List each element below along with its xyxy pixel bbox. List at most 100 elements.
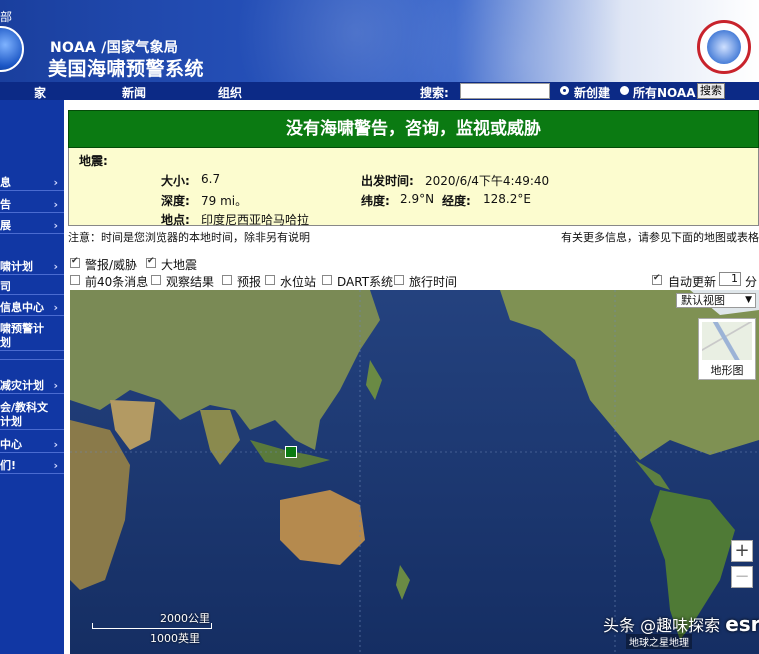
sidebar-item[interactable]: 划 bbox=[0, 336, 64, 351]
radio-all-noaa[interactable] bbox=[620, 86, 629, 95]
sidebar-item[interactable]: 息 › bbox=[0, 176, 64, 191]
nav-news[interactable]: 新闻 bbox=[122, 84, 146, 101]
sidebar-item[interactable]: 信息中心 › bbox=[0, 301, 64, 316]
zoom-in-button[interactable]: + bbox=[731, 540, 753, 562]
search-button[interactable]: 搜索 bbox=[697, 83, 725, 99]
radio-all-noaa-label: 所有NOAA bbox=[633, 86, 696, 100]
checkbox-large-earthquakes[interactable] bbox=[146, 256, 156, 268]
sidebar-item[interactable]: 计划 bbox=[0, 415, 64, 430]
chevron-right-icon: › bbox=[53, 198, 58, 211]
checkbox-observations-label: 观察结果 bbox=[166, 275, 215, 289]
origin-time-value: 2020/6/4下午4:49:40 bbox=[425, 174, 550, 188]
header-system-title: 美国海啸预警系统 bbox=[48, 58, 205, 80]
site-header: 部 NOAA /国家气象局 美国海啸预警系统 bbox=[0, 0, 759, 82]
checkbox-last-40-messages-label: 前40条消息 bbox=[85, 275, 149, 289]
watermark-label: 头条 @趣味探索 bbox=[603, 616, 721, 635]
checkbox-dart-system[interactable] bbox=[322, 275, 332, 285]
nws-logo-icon[interactable] bbox=[697, 20, 751, 74]
location-label: 地点: bbox=[161, 213, 190, 227]
watermark-text: 头条 @趣味探索 esri bbox=[603, 612, 759, 636]
caret-down-icon: ▼ bbox=[745, 295, 752, 305]
sidebar-item-label: 们! bbox=[0, 459, 17, 472]
sidebar-item-label: 展 bbox=[0, 219, 11, 232]
top-nav: 家 新闻 组织 搜索: 新创建 所有NOAA 搜索 bbox=[0, 82, 759, 100]
location-value: 印度尼西亚哈马哈拉 bbox=[201, 213, 310, 227]
sidebar-item[interactable]: 会/教科文 bbox=[0, 401, 64, 415]
sidebar-item[interactable]: 司 bbox=[0, 280, 64, 295]
checkbox-dart-system-label: DART系统 bbox=[337, 275, 394, 289]
sidebar-item[interactable]: 展 › bbox=[0, 219, 64, 234]
sidebar-item-label: 信息中心 bbox=[0, 301, 44, 314]
magnitude-value: 6.7 bbox=[201, 172, 221, 186]
depth-label: 深度: bbox=[161, 194, 190, 208]
noaa-logo-icon[interactable] bbox=[0, 26, 24, 72]
sidebar-item-label: 啸预警计 bbox=[0, 322, 44, 335]
tsunami-map[interactable]: 默认视图 ▼ 地形图 + − 2000公里 1000英里 地球之星地理 头条 @… bbox=[70, 290, 759, 654]
origin-time-label: 出发时间: bbox=[361, 174, 414, 188]
sidebar-item-label: 告 bbox=[0, 198, 11, 211]
map-attribution: 地球之星地理 bbox=[626, 634, 692, 649]
alert-status-banner: 没有海啸警告，咨询，监视或威胁 bbox=[68, 110, 759, 148]
latitude-label: 纬度: bbox=[361, 194, 390, 208]
page-root: 部 NOAA /国家气象局 美国海啸预警系统 家 新闻 组织 搜索: 新创建 所… bbox=[0, 0, 759, 654]
checkbox-last-40-messages[interactable] bbox=[70, 275, 80, 285]
sidebar-item[interactable] bbox=[0, 359, 64, 360]
sidebar-item[interactable]: 中心 › bbox=[0, 438, 64, 453]
chevron-right-icon: › bbox=[53, 219, 58, 232]
sidebar-item-label: 司 bbox=[0, 280, 11, 293]
search-label: 搜索: bbox=[420, 86, 449, 100]
nav-organization[interactable]: 组织 bbox=[218, 84, 242, 101]
checkbox-warnings-label: 警报/威胁 bbox=[85, 258, 138, 272]
zoom-out-button[interactable]: − bbox=[731, 566, 753, 588]
auto-update-unit: 分 bbox=[745, 275, 758, 289]
nav-home[interactable]: 家 bbox=[34, 84, 46, 101]
checkbox-forecast-label: 预报 bbox=[237, 275, 262, 289]
sidebar-item[interactable]: 们! › bbox=[0, 459, 64, 474]
sidebar-item-label: 会/教科文 bbox=[0, 401, 49, 414]
map-view-select-value: 默认视图 bbox=[681, 294, 725, 307]
auto-update-label: 自动更新 bbox=[668, 275, 717, 289]
more-info-note: 有关更多信息，请参见下面的地图或表格 bbox=[561, 231, 759, 244]
chevron-right-icon: › bbox=[53, 301, 58, 314]
basemap-terrain-button[interactable]: 地形图 bbox=[698, 318, 756, 380]
chevron-right-icon: › bbox=[53, 176, 58, 189]
sidebar-item[interactable]: 啸预警计 bbox=[0, 322, 64, 336]
magnitude-label: 大小: bbox=[161, 174, 190, 188]
earthquake-marker-icon[interactable] bbox=[285, 446, 297, 458]
chevron-right-icon: › bbox=[53, 438, 58, 451]
map-view-select[interactable]: 默认视图 ▼ bbox=[676, 293, 756, 308]
sidebar-item-label: 啸计划 bbox=[0, 260, 33, 273]
sidebar-item-label: 中心 bbox=[0, 438, 22, 451]
checkbox-travel-time[interactable] bbox=[394, 275, 404, 285]
basemap-terrain-label: 地形图 bbox=[710, 364, 744, 377]
nws-logo-globe bbox=[707, 30, 741, 64]
checkbox-observations[interactable] bbox=[151, 275, 161, 285]
checkbox-warnings[interactable] bbox=[70, 256, 80, 268]
esri-brand-text: esri bbox=[725, 612, 759, 636]
longitude-label: 经度: bbox=[442, 194, 471, 208]
checkbox-water-level-stations[interactable] bbox=[265, 275, 275, 285]
earthquake-heading: 地震: bbox=[79, 154, 108, 168]
timezone-note: 注意：时间是您浏览器的本地时间，除非另有说明 bbox=[68, 231, 310, 244]
chevron-right-icon: › bbox=[53, 260, 58, 273]
checkbox-large-earthquakes-label: 大地震 bbox=[161, 258, 198, 272]
scale-bar bbox=[92, 623, 212, 629]
scale-miles-label: 1000英里 bbox=[150, 632, 200, 645]
checkbox-forecast[interactable] bbox=[222, 275, 232, 285]
sidebar-item[interactable]: 减灾计划 › bbox=[0, 379, 64, 394]
search-input[interactable] bbox=[460, 83, 550, 99]
checkbox-travel-time-label: 旅行时间 bbox=[409, 275, 458, 289]
header-background bbox=[230, 0, 650, 82]
main-content: 没有海啸警告，咨询，监视或威胁 地震: 大小: 6.7 深度: 79 mi。 地… bbox=[67, 100, 759, 654]
auto-update-interval-input[interactable]: 1 bbox=[719, 272, 741, 286]
radio-new-site[interactable] bbox=[560, 86, 569, 95]
sidebar-item-label: 减灾计划 bbox=[0, 379, 44, 392]
checkbox-auto-update[interactable] bbox=[652, 273, 662, 285]
latitude-value: 2.9°N bbox=[400, 192, 435, 206]
chevron-right-icon: › bbox=[53, 459, 58, 472]
terrain-thumbnail bbox=[702, 322, 752, 360]
sidebar-item[interactable]: 告 › bbox=[0, 198, 64, 213]
sidebar-item[interactable]: 啸计划 › bbox=[0, 260, 64, 275]
radio-new-site-label: 新创建 bbox=[574, 86, 611, 100]
depth-value: 79 mi。 bbox=[201, 194, 248, 208]
